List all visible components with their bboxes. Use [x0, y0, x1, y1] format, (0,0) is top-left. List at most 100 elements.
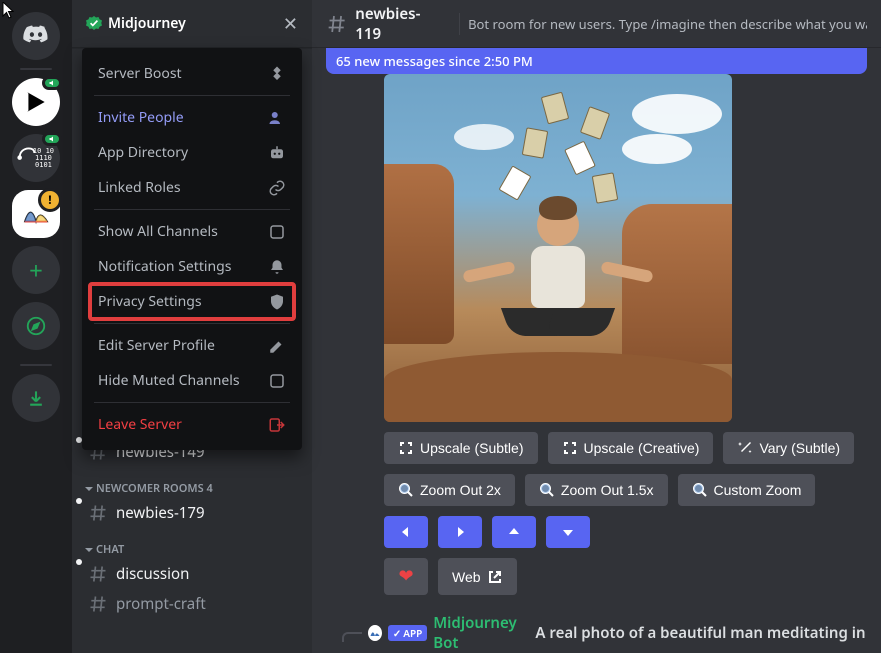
pencil-icon	[268, 337, 286, 355]
server-dropdown-menu: Server Boost Invite People App Directory…	[82, 48, 302, 450]
category-label: NEWCOMER ROOMS 4	[96, 481, 213, 496]
shield-icon	[268, 293, 286, 311]
mouse-cursor	[2, 2, 16, 25]
new-messages-text: 65 new messages since 2:50 PM	[336, 52, 533, 70]
arrow-down-icon	[560, 524, 576, 540]
arrow-up-icon	[506, 524, 522, 540]
pan-right-button[interactable]	[438, 516, 482, 548]
pan-down-button[interactable]	[546, 516, 590, 548]
menu-separator	[94, 209, 290, 210]
menu-linked-roles[interactable]: Linked Roles	[90, 170, 294, 205]
leave-icon	[268, 416, 286, 434]
menu-label: Server Boost	[98, 64, 182, 83]
server-midjourney[interactable]	[12, 190, 60, 238]
hash-icon	[88, 503, 108, 523]
rail-divider	[20, 364, 52, 366]
channel-topic: Bot room for new users. Type /imagine th…	[468, 15, 867, 33]
expand-icon	[562, 440, 578, 456]
bell-icon	[268, 258, 286, 276]
arrow-right-icon	[452, 524, 468, 540]
button-label: Zoom Out 2x	[420, 482, 501, 498]
download-apps-button[interactable]	[12, 374, 60, 422]
server-rail: 10 1011100101 +	[0, 0, 72, 653]
channel-name: discussion	[116, 564, 189, 584]
button-label: Vary (Subtle)	[759, 440, 840, 456]
menu-label: Privacy Settings	[98, 292, 202, 311]
menu-label: Leave Server	[98, 415, 182, 434]
menu-label: Edit Server Profile	[98, 336, 215, 355]
chat-header: newbies-119 Bot room for new users. Type…	[312, 0, 881, 48]
verified-icon	[86, 16, 102, 32]
web-button[interactable]: Web	[438, 558, 517, 595]
menu-leave-server[interactable]: Leave Server	[90, 407, 294, 442]
menu-app-directory[interactable]: App Directory	[90, 135, 294, 170]
chat-body[interactable]: 65 new messages since 2:50 PM	[312, 48, 881, 653]
checkbox-icon	[268, 223, 286, 241]
menu-separator	[94, 95, 290, 96]
voice-badge-icon	[42, 76, 62, 90]
invite-icon	[268, 109, 286, 127]
menu-separator	[94, 323, 290, 324]
button-label: Web	[452, 569, 481, 585]
upscale-creative-button[interactable]: Upscale (Creative)	[548, 432, 714, 464]
chevron-down-icon	[84, 545, 94, 555]
channel-prompt-craft[interactable]: prompt-craft	[80, 589, 304, 619]
channel-name: prompt-craft	[116, 594, 206, 614]
menu-notification-settings[interactable]: Notification Settings	[90, 249, 294, 284]
menu-invite-people[interactable]: Invite People	[90, 100, 294, 135]
menu-label: App Directory	[98, 143, 188, 162]
custom-zoom-button[interactable]: Custom Zoom	[678, 474, 816, 506]
zoom-out-1-5x-button[interactable]: Zoom Out 1.5x	[525, 474, 668, 506]
menu-hide-muted-channels[interactable]: Hide Muted Channels	[90, 363, 294, 398]
category-chat[interactable]: CHAT	[80, 528, 304, 559]
menu-edit-server-profile[interactable]: Edit Server Profile	[90, 328, 294, 363]
explore-servers-button[interactable]	[12, 302, 60, 350]
favorite-button[interactable]: ❤	[384, 558, 428, 595]
close-icon[interactable]: ✕	[283, 12, 298, 36]
generated-image[interactable]	[384, 74, 732, 422]
menu-label: Linked Roles	[98, 178, 181, 197]
menu-separator	[94, 402, 290, 403]
reply-author[interactable]: Midjourney Bot	[433, 613, 529, 653]
server-discord-home[interactable]	[12, 12, 60, 60]
link-icon	[268, 179, 286, 197]
channel-sidebar: Midjourney ✕ Server Boost Invite People …	[72, 0, 312, 653]
rail-divider	[20, 68, 52, 70]
add-server-button[interactable]: +	[12, 246, 60, 294]
zoom-out-2x-button[interactable]: Zoom Out 2x	[384, 474, 515, 506]
reply-preview[interactable]: ✓ APP Midjourney Bot A real photo of a b…	[328, 613, 865, 653]
button-label: Upscale (Creative)	[584, 440, 700, 456]
pan-left-button[interactable]	[384, 516, 428, 548]
category-newcomer-4[interactable]: NEWCOMER ROOMS 4	[80, 467, 304, 498]
upscale-subtle-button[interactable]: Upscale (Subtle)	[384, 432, 538, 464]
wand-icon	[737, 440, 753, 456]
menu-show-all-channels[interactable]: Show All Channels	[90, 214, 294, 249]
server-name: Midjourney	[108, 14, 283, 33]
channel-title: newbies-119	[355, 4, 443, 44]
vary-subtle-button[interactable]: Vary (Subtle)	[723, 432, 854, 464]
chevron-down-icon	[84, 484, 94, 494]
new-messages-bar[interactable]: 65 new messages since 2:50 PM	[326, 48, 867, 74]
bot-icon	[268, 144, 286, 162]
button-label: Upscale (Subtle)	[420, 440, 524, 456]
channel-discussion[interactable]: discussion	[80, 559, 304, 589]
hash-icon	[88, 594, 108, 614]
channel-newbies-179[interactable]: newbies-179	[80, 498, 304, 528]
voice-badge-icon	[42, 188, 62, 202]
menu-server-boost[interactable]: Server Boost	[90, 56, 294, 91]
hash-icon	[88, 564, 108, 584]
menu-label: Hide Muted Channels	[98, 371, 240, 390]
server-header[interactable]: Midjourney ✕	[72, 0, 312, 48]
pan-up-button[interactable]	[492, 516, 536, 548]
menu-privacy-settings[interactable]: Privacy Settings	[90, 284, 294, 319]
server-item-2[interactable]: 10 1011100101	[12, 134, 60, 182]
expand-icon	[398, 440, 414, 456]
external-link-icon	[487, 569, 503, 585]
arrow-left-icon	[398, 524, 414, 540]
chat-main: newbies-119 Bot room for new users. Type…	[312, 0, 881, 653]
server-item-1[interactable]	[12, 78, 60, 126]
reply-content: A real photo of a beautiful man meditati…	[535, 623, 865, 643]
search-icon	[398, 482, 414, 498]
boost-icon	[268, 65, 286, 83]
button-label: Custom Zoom	[714, 482, 802, 498]
